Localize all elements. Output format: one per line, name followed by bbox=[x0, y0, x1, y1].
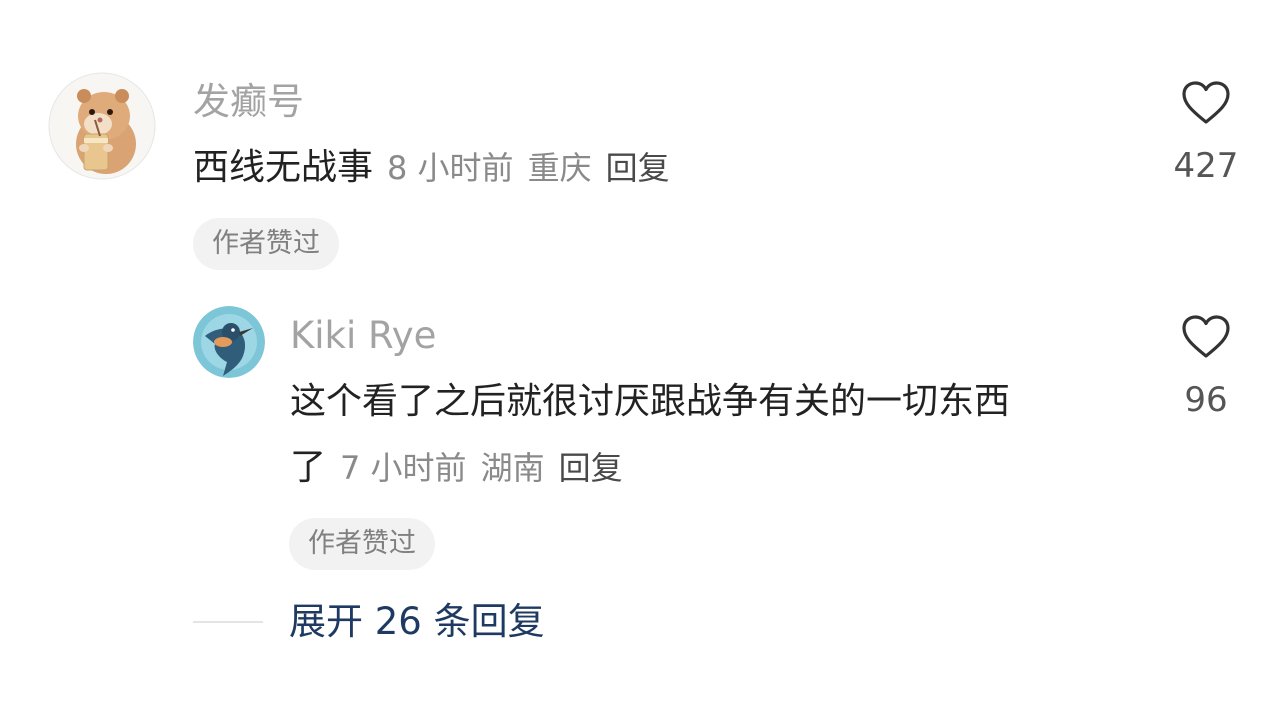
avatar-bird[interactable] bbox=[193, 306, 265, 378]
expand-divider bbox=[193, 621, 263, 623]
reply-button[interactable]: 回复 bbox=[606, 149, 670, 187]
author-liked-badge: 作者赞过 bbox=[193, 218, 339, 270]
comment-location: 重庆 bbox=[527, 149, 592, 187]
comment-username[interactable]: 发癫号 bbox=[193, 80, 304, 124]
comment-username[interactable]: Kiki Rye bbox=[290, 314, 436, 358]
comment-text-body: 了 bbox=[290, 447, 327, 488]
heart-outline-icon[interactable] bbox=[1181, 314, 1231, 360]
reply-button[interactable]: 回复 bbox=[559, 449, 623, 487]
expand-replies-button[interactable]: 展开 26 条回复 bbox=[289, 600, 545, 644]
like-count: 96 bbox=[1184, 380, 1228, 420]
author-liked-badge: 作者赞过 bbox=[289, 518, 435, 570]
comment-text-line-1: 这个看了之后就很讨厌跟战争有关的一切东西 bbox=[290, 381, 1011, 422]
comment-time: 7 小时前 bbox=[340, 449, 467, 487]
comment-text-line-2: 了 7 小时前 湖南 回复 bbox=[290, 446, 623, 490]
avatar-hamster[interactable] bbox=[48, 72, 156, 180]
comment-location: 湖南 bbox=[480, 449, 545, 487]
heart-outline-icon[interactable] bbox=[1181, 80, 1231, 126]
comment-text: 西线无战事 8 小时前 重庆 回复 bbox=[193, 146, 670, 190]
like-count: 427 bbox=[1173, 146, 1239, 186]
comment-text-body: 西线无战事 bbox=[193, 147, 374, 188]
comment-time: 8 小时前 bbox=[387, 149, 514, 187]
